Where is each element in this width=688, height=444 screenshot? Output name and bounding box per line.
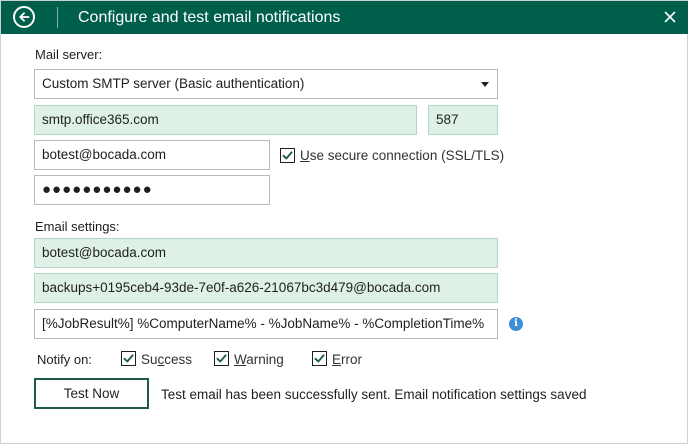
secure-connection-label[interactable]: Use secure connection (SSL/TLS) [300, 148, 504, 164]
notify-error-label[interactable]: Error [332, 352, 362, 368]
notify-error-mnemonic: E [332, 352, 342, 367]
secure-connection-mnemonic: U [300, 148, 310, 163]
smtp-host-input[interactable]: smtp.office365.com [34, 105, 417, 135]
back-arrow-icon [19, 12, 30, 22]
notify-success-text-post: cess [164, 352, 193, 367]
close-icon [664, 11, 676, 23]
secure-connection-label-text: se secure connection (SSL/TLS) [309, 148, 505, 163]
notify-success-label[interactable]: Success [141, 352, 192, 368]
checkmark-icon [216, 354, 227, 363]
to-address-input[interactable]: backups+0195ceb4-93de-7e0f-a626-21067bc3… [34, 273, 498, 303]
notify-on-label: Notify on: [37, 352, 92, 367]
notify-error-text-post: rror [341, 352, 363, 367]
checkmark-icon [123, 354, 134, 363]
notify-success-text-pre: Su [141, 352, 158, 367]
notify-success-checkbox[interactable] [121, 351, 136, 366]
notify-warning-mnemonic: W [234, 352, 247, 367]
checkmark-icon [314, 354, 325, 363]
dialog-title: Configure and test email notifications [78, 9, 341, 26]
subject-input[interactable]: [%JobResult%] %ComputerName% - %JobName%… [34, 309, 498, 339]
notify-warning-text-post: arning [246, 352, 284, 367]
status-message: Test email has been successfully sent. E… [161, 387, 587, 402]
notify-warning-checkbox[interactable] [214, 351, 229, 366]
info-icon[interactable]: i [509, 317, 523, 331]
test-now-button[interactable]: Test Now [34, 378, 149, 409]
smtp-port-input[interactable]: 587 [428, 105, 498, 135]
close-button[interactable] [662, 9, 678, 25]
chevron-down-icon [481, 82, 489, 87]
password-input[interactable]: ●●●●●●●●●●● [34, 175, 270, 205]
from-address-input[interactable]: botest@bocada.com [34, 238, 498, 268]
checkmark-icon [282, 151, 293, 160]
title-bar: Configure and test email notifications [1, 1, 688, 34]
notify-error-checkbox[interactable] [312, 351, 327, 366]
notify-warning-label[interactable]: Warning [234, 352, 284, 368]
secure-connection-checkbox[interactable] [280, 148, 295, 163]
back-button[interactable] [13, 6, 35, 28]
server-type-value: Custom SMTP server (Basic authentication… [42, 76, 305, 91]
email-settings-label: Email settings: [35, 219, 120, 234]
mail-server-label: Mail server: [35, 47, 103, 62]
email-notifications-dialog: Configure and test email notifications M… [0, 0, 688, 444]
server-type-select[interactable]: Custom SMTP server (Basic authentication… [34, 69, 498, 99]
title-separator [57, 7, 58, 28]
username-input[interactable]: botest@bocada.com [34, 140, 270, 170]
